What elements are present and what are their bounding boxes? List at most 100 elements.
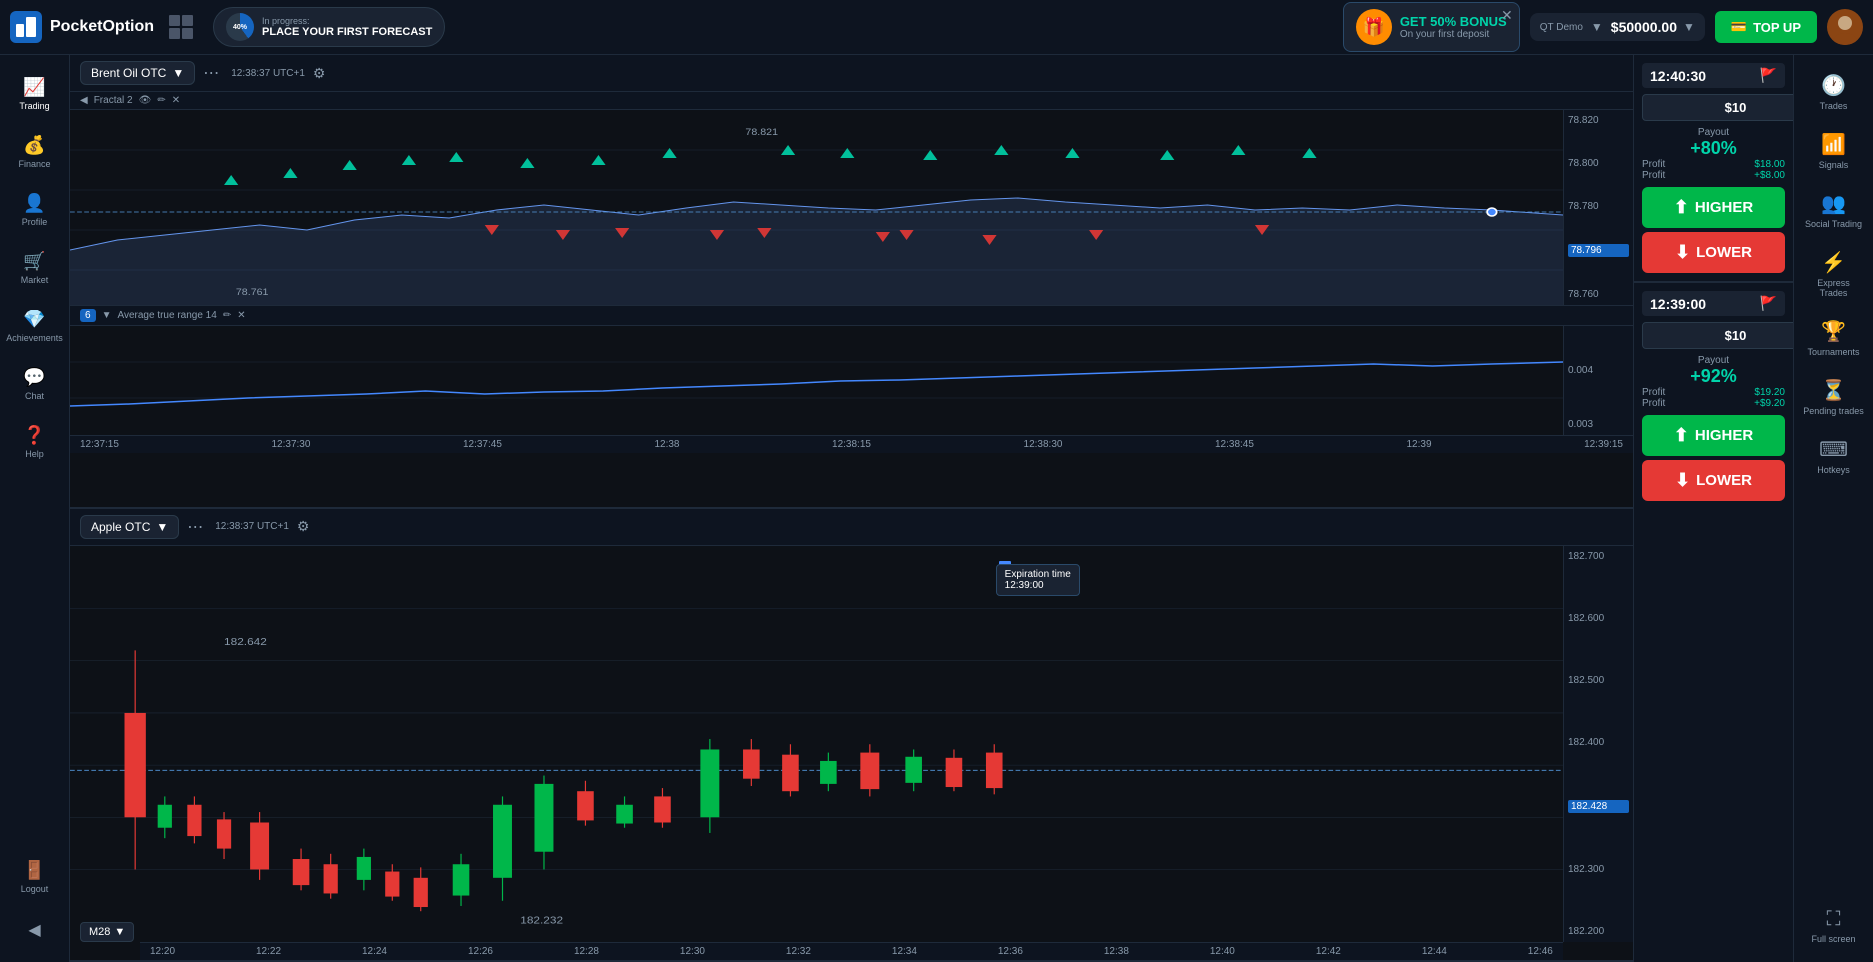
fullscreen-icon: ⛶ bbox=[1827, 908, 1841, 931]
bottom-amount-row: $ bbox=[1642, 322, 1785, 349]
top-trade-time: 12:40:30 bbox=[1650, 68, 1706, 84]
sidebar-item-market[interactable]: 🛒 Market bbox=[5, 241, 65, 295]
atr-indicator-panel: 6 ▼ Average true range 14 ✏ ✕ 0.005 0.00… bbox=[70, 305, 1633, 435]
bottom-higher-label: HIGHER bbox=[1695, 427, 1753, 444]
sidebar-item-arrow[interactable]: ◀ bbox=[5, 910, 65, 950]
atr-close-icon[interactable]: ✕ bbox=[237, 310, 245, 321]
fractal-edit-icon[interactable]: ✏ bbox=[157, 95, 165, 106]
topup-label: TOP UP bbox=[1753, 20, 1801, 35]
sidebar-item-logout[interactable]: 🚪 Logout bbox=[5, 850, 65, 904]
close-bonus-button[interactable]: ✕ bbox=[1501, 7, 1513, 24]
top-payout-label: Payout bbox=[1642, 127, 1785, 138]
express-trades-icon: ⚡ bbox=[1821, 250, 1846, 275]
achievements-icon: 💎 bbox=[23, 309, 45, 330]
sidebar-item-help[interactable]: ❓ Help bbox=[5, 415, 65, 469]
logo-icon bbox=[10, 11, 42, 43]
apple-timeframe-area: M28 ▼ bbox=[80, 922, 134, 942]
brent-price-axis: 78.820 78.800 78.780 78.796 78.760 bbox=[1563, 110, 1633, 305]
brent-settings-icon[interactable]: ⚙ bbox=[313, 65, 326, 82]
svg-text:182.642: 182.642 bbox=[224, 636, 267, 647]
apple-asset-label: Apple OTC bbox=[91, 520, 150, 534]
brent-chart-content: 78.761 78.821 78.820 78.800 78.780 78.79… bbox=[70, 110, 1633, 305]
bottom-higher-button[interactable]: ⬆ HIGHER bbox=[1642, 415, 1785, 456]
bottom-trade-time: 12:39:00 bbox=[1650, 296, 1706, 312]
grid-view-icon[interactable] bbox=[169, 15, 193, 39]
brent-chart-main[interactable]: 78.761 78.821 bbox=[70, 110, 1563, 305]
trades-icon: 🕐 bbox=[1821, 73, 1846, 98]
fractal-indicator-label: Fractal 2 bbox=[94, 95, 133, 106]
apple-chart-main[interactable]: Expiration time 12:39:00 bbox=[70, 546, 1563, 943]
profile-icon: 👤 bbox=[23, 193, 45, 214]
topup-icon: 💳 bbox=[1731, 19, 1747, 35]
far-sidebar-item-fullscreen[interactable]: ⛶ Full screen bbox=[1799, 900, 1869, 952]
top-amount-row: $ bbox=[1642, 94, 1785, 121]
top-profit-change: +$8.00 bbox=[1754, 170, 1785, 181]
far-sidebar-item-hotkeys[interactable]: ⌨ Hotkeys bbox=[1799, 429, 1869, 483]
topup-button[interactable]: 💳 TOP UP bbox=[1715, 11, 1817, 43]
top-lower-button[interactable]: ⬇ LOWER bbox=[1642, 232, 1785, 273]
bottom-profit-row: Profit $19.20 bbox=[1642, 387, 1785, 398]
bottom-lower-button[interactable]: ⬇ LOWER bbox=[1642, 460, 1785, 501]
brent-asset-label: Brent Oil OTC bbox=[91, 66, 166, 80]
brent-time-axis: 12:37:15 12:37:30 12:37:45 12:38 12:38:1… bbox=[70, 435, 1633, 453]
bonus-title: GET 50% BONUS bbox=[1400, 14, 1507, 29]
fractal-close-icon[interactable]: ✕ bbox=[172, 95, 180, 106]
bottom-profit-change: +$9.20 bbox=[1754, 398, 1785, 409]
progress-badge: 40% In progress: PLACE YOUR FIRST FORECA… bbox=[213, 7, 445, 47]
expiry-marker bbox=[999, 561, 1011, 569]
bonus-sub: On your first deposit bbox=[1400, 29, 1507, 40]
bottom-lower-arrow-icon: ⬇ bbox=[1675, 470, 1690, 491]
atr-label: Average true range 14 bbox=[117, 310, 216, 321]
top-header: PocketOption 40% In progress: PLACE YOUR… bbox=[0, 0, 1873, 55]
bottom-payout-section: Payout +92% Profit $19.20 Profit +$9.20 bbox=[1642, 355, 1785, 409]
fractal-eye-icon[interactable]: 👁 bbox=[139, 95, 152, 106]
trade-panel-bottom: 12:39:00 🚩 $ Payout +92% Profit $19.20 P… bbox=[1634, 283, 1793, 509]
progress-sub: PLACE YOUR FIRST FORECAST bbox=[262, 26, 432, 38]
sidebar-item-achievements[interactable]: 💎 Achievements bbox=[5, 299, 65, 353]
apple-options-icon[interactable]: ⋯ bbox=[187, 517, 203, 537]
atr-badge: 6 bbox=[80, 309, 96, 322]
left-arrow-icon: ◀ bbox=[28, 920, 40, 940]
far-sidebar-item-express-trades[interactable]: ⚡ Express Trades bbox=[1799, 242, 1869, 306]
brent-options-icon[interactable]: ⋯ bbox=[203, 63, 219, 83]
atr-edit-icon[interactable]: ✏ bbox=[223, 310, 231, 321]
brent-svg: 78.761 78.821 bbox=[70, 110, 1563, 305]
finance-icon: 💰 bbox=[23, 135, 45, 156]
atr-collapse-icon[interactable]: ▼ bbox=[102, 310, 112, 321]
far-sidebar-item-signals[interactable]: 📶 Signals bbox=[1799, 124, 1869, 178]
fractal-collapse-icon[interactable]: ◀ bbox=[80, 95, 88, 106]
avatar[interactable] bbox=[1827, 9, 1863, 45]
tournaments-icon: 🏆 bbox=[1821, 319, 1846, 344]
apple-settings-icon[interactable]: ⚙ bbox=[297, 518, 310, 535]
top-flag-icon: 🚩 bbox=[1760, 67, 1777, 84]
atr-svg bbox=[70, 326, 1563, 434]
svg-text:78.821: 78.821 bbox=[745, 128, 778, 138]
far-sidebar-item-trades[interactable]: 🕐 Trades bbox=[1799, 65, 1869, 119]
brent-asset-selector[interactable]: Brent Oil OTC ▼ bbox=[80, 61, 195, 85]
account-dropdown-arrow[interactable]: ▼ bbox=[1683, 20, 1695, 34]
account-label: QT Demo bbox=[1540, 22, 1583, 33]
far-sidebar-item-pending-trades[interactable]: ⏳ Pending trades bbox=[1799, 370, 1869, 424]
far-sidebar-item-social-trading[interactable]: 👥 Social Trading bbox=[1799, 183, 1869, 237]
sidebar-item-trading[interactable]: 📈 Trading bbox=[5, 67, 65, 121]
top-profit-row: Profit $18.00 bbox=[1642, 159, 1785, 170]
far-sidebar-item-tournaments[interactable]: 🏆 Tournaments bbox=[1799, 311, 1869, 365]
bonus-icon: 🎁 bbox=[1356, 9, 1392, 45]
top-higher-button[interactable]: ⬆ HIGHER bbox=[1642, 187, 1785, 228]
top-higher-label: HIGHER bbox=[1695, 199, 1753, 216]
bottom-lower-label: LOWER bbox=[1696, 472, 1752, 489]
account-balance: $50000.00 bbox=[1611, 19, 1677, 35]
apple-asset-selector[interactable]: Apple OTC ▼ bbox=[80, 515, 179, 539]
atr-indicator-header: 6 ▼ Average true range 14 ✏ ✕ bbox=[70, 306, 1633, 326]
sidebar-item-finance[interactable]: 💰 Finance bbox=[5, 125, 65, 179]
sidebar-item-chat[interactable]: 💬 Chat bbox=[5, 357, 65, 411]
top-profit-val: $18.00 bbox=[1754, 159, 1785, 170]
bottom-payout-pct: +92% bbox=[1642, 366, 1785, 387]
sidebar-item-profile[interactable]: 👤 Profile bbox=[5, 183, 65, 237]
market-icon: 🛒 bbox=[23, 251, 45, 272]
apple-timeframe-selector[interactable]: M28 ▼ bbox=[80, 922, 134, 942]
pending-trades-icon: ⏳ bbox=[1821, 378, 1846, 403]
apple-current-price: 182.428 bbox=[1568, 800, 1629, 813]
far-right-sidebar: 🕐 Trades 📶 Signals 👥 Social Trading ⚡ Ex… bbox=[1793, 55, 1873, 962]
apple-time-axis: 12:20 12:22 12:24 12:26 12:28 12:30 12:3… bbox=[140, 942, 1563, 960]
